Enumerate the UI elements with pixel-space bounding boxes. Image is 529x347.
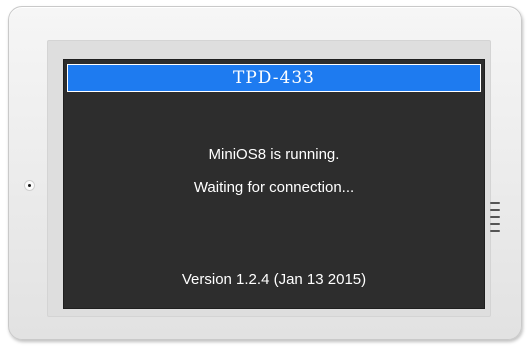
connection-message: Waiting for connection... [193,179,355,196]
touch-panel-device: TPD-433 MiniOS8 is running. Waiting for … [8,6,522,340]
title-bar: TPD-433 [67,64,481,92]
display-screen: TPD-433 MiniOS8 is running. Waiting for … [63,59,485,309]
version-label: Version 1.2.4 (Jan 13 2015) [181,271,367,288]
camera-icon [24,180,35,191]
status-message: MiniOS8 is running. [208,146,340,163]
speaker-grille-icon [490,202,502,238]
